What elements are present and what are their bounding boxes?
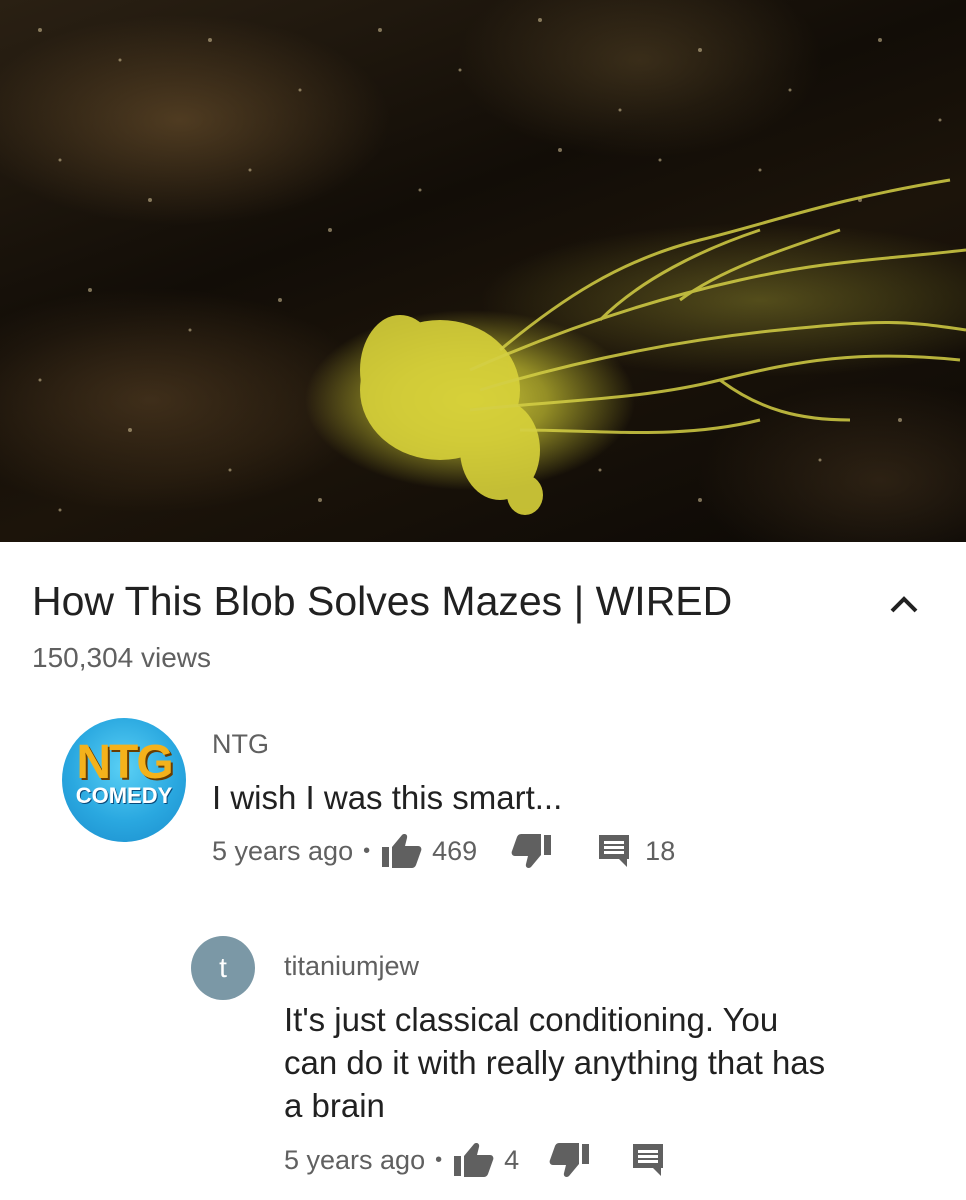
comment-text-line: a brain [284,1087,385,1124]
dislike-button[interactable] [549,1142,591,1178]
avatar[interactable]: t [191,936,255,1000]
chevron-up-icon [889,594,919,614]
comment-timestamp: 5 years ago [212,835,354,866]
reply-count[interactable]: 18 [645,836,675,867]
like-button[interactable] [380,833,422,869]
avatar-logo-subtext: COMEDY [75,783,173,808]
comment-text-line: can do it with really anything that has [284,1044,826,1081]
comment-icon [599,835,630,867]
slime-mold-image [38,18,966,515]
video-title: How This Blob Solves Mazes | WIRED [32,578,733,624]
collapse-description-button[interactable] [880,582,928,626]
comment-meta: 5 years ago • 4 [284,1140,665,1180]
like-count: 4 [504,1144,520,1175]
dislike-button[interactable] [511,833,553,869]
thumbs-up-icon [382,834,422,868]
separator-dot: • [435,1148,443,1171]
avatar-logo-text: NTG [76,736,173,789]
thumbs-down-icon [549,1143,590,1177]
comment-icon [633,1144,664,1176]
like-count: 469 [432,835,478,866]
reply-button[interactable] [597,833,631,869]
comment-timestamp: 5 years ago [284,1144,426,1175]
comment-text-line: It's just classical conditioning. You [284,1001,779,1038]
comment-text: It's just classical conditioning. You ca… [284,998,825,1127]
comment-author[interactable]: NTG [212,727,269,761]
thumbs-down-icon [511,834,552,868]
video-player[interactable] [0,0,966,542]
thumbs-up-icon [454,1143,494,1177]
comment-author[interactable]: titaniumjew [284,949,419,983]
separator-dot: • [363,839,371,862]
avatar[interactable]: NTG COMEDY [62,718,186,842]
like-button[interactable] [452,1142,494,1178]
reply-button[interactable] [631,1142,665,1178]
comment-text: I wish I was this smart... [212,779,563,816]
view-count: 150,304 views [32,642,212,673]
comment-meta: 5 years ago • 469 18 [212,831,675,871]
